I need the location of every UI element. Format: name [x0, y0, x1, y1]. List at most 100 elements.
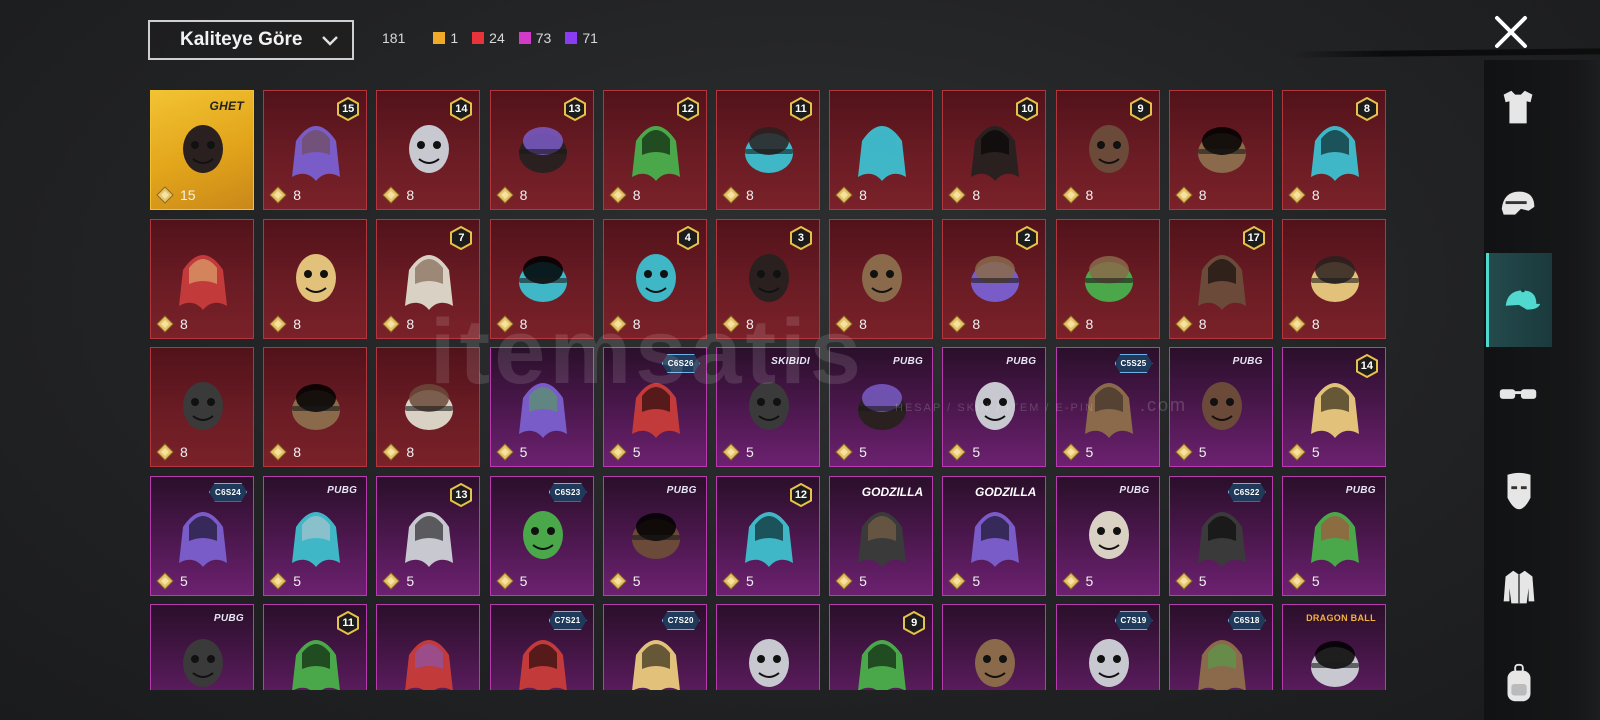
inventory-item[interactable]: GODZILLA 5 [829, 475, 934, 596]
inventory-item[interactable]: 8 [376, 347, 481, 467]
item-price: 5 [722, 571, 754, 590]
category-tab[interactable] [1486, 637, 1552, 720]
category-tab[interactable] [1486, 348, 1552, 442]
item-price: 5 [1288, 571, 1320, 590]
category-tab[interactable] [1486, 253, 1552, 347]
quality-count: 24 [472, 30, 505, 46]
item-price-value: 8 [859, 315, 867, 332]
white-hair-icon [631, 126, 680, 181]
inventory-item[interactable]: C6S24 5 [150, 475, 254, 596]
item-collection-tag: C7S21 [548, 611, 587, 630]
item-price-value: 8 [1311, 187, 1320, 203]
inventory-item[interactable]: 17 8 [1168, 218, 1273, 339]
coin-icon [269, 314, 287, 333]
inventory-item[interactable]: 14 8 [376, 90, 481, 210]
inventory-item[interactable]: 8 [829, 90, 934, 210]
inventory-item[interactable]: 11 8 [715, 90, 820, 210]
inventory-item[interactable]: C6S23 5 [489, 475, 594, 596]
inventory-item[interactable]: 8 [489, 218, 594, 339]
inventory-item[interactable]: C6S18 [1168, 604, 1273, 690]
inventory-item[interactable]: 48 [602, 218, 707, 339]
inventory-item[interactable]: 38 [715, 218, 820, 339]
inventory-item[interactable]: PUBG 5 [942, 347, 1047, 467]
inventory-item[interactable]: 12 5 [715, 475, 820, 596]
inventory-item[interactable]: PUBG 5 [602, 475, 707, 596]
item-level-badge: 10 [1016, 97, 1039, 121]
zombie-head-icon [1088, 125, 1129, 173]
coin-icon [948, 443, 967, 461]
item-price: 8 [382, 314, 414, 333]
cowboy-hat-icon [1197, 127, 1246, 173]
inventory-item[interactable]: 8 [1281, 218, 1386, 339]
inventory-item[interactable]: 12 8 [602, 90, 707, 210]
inventory-item[interactable]: 8 [263, 347, 368, 467]
inventory-item[interactable]: PUBG 5 [829, 347, 934, 467]
inventory-item[interactable]: 10 8 [942, 90, 1047, 210]
inventory-item[interactable]: 9 [829, 604, 934, 690]
yellow-box-head-icon [1201, 382, 1242, 430]
inventory-item[interactable]: C6S26 5 [602, 347, 707, 467]
cat-headphones-icon [522, 510, 563, 559]
inventory-item[interactable] [376, 604, 481, 690]
inventory-item[interactable]: C7S21 [489, 604, 594, 690]
item-level-badge: 13 [563, 97, 586, 121]
inventory-item[interactable]: PUBG [150, 604, 254, 690]
inventory-item[interactable]: 13 8 [489, 90, 594, 210]
inventory-item[interactable]: 78 [376, 218, 481, 339]
outfit-icon [1503, 90, 1533, 124]
inventory-item[interactable]: 88 [1281, 90, 1386, 210]
inventory-item[interactable]: 5 [489, 347, 594, 467]
grey-hair-icon [1084, 383, 1133, 438]
inventory-item[interactable]: 15 8 [263, 90, 368, 210]
jacket-icon [1503, 570, 1535, 604]
inventory-item[interactable]: C6S22 5 [1168, 475, 1273, 596]
inventory-item[interactable]: 98 [1055, 90, 1160, 210]
dark-knight-helmet-icon [292, 384, 341, 430]
item-collection-tag: PUBG [213, 613, 244, 624]
close-icon[interactable] [1492, 13, 1530, 51]
helmet-icon [1501, 191, 1535, 215]
inventory-item[interactable]: DRAGON BALL [1281, 604, 1386, 690]
item-price-value: 5 [859, 444, 867, 460]
item-price: 8 [156, 314, 188, 333]
item-price-value: 5 [180, 572, 188, 589]
category-tab[interactable] [1486, 541, 1552, 635]
item-price-value: 5 [972, 444, 981, 460]
item-collection-tag: PUBG [1232, 356, 1263, 367]
category-tab[interactable] [1486, 445, 1552, 539]
inventory-item[interactable]: C7S19 [1055, 604, 1160, 690]
inventory-item[interactable]: PUBG 5 [1055, 475, 1160, 596]
inventory-item[interactable]: 8 [150, 347, 254, 467]
orange-hair-icon [744, 511, 793, 567]
inventory-item[interactable]: GODZILLA 5 [942, 475, 1047, 596]
item-price: 5 [948, 443, 980, 461]
inventory-item[interactable]: 8 [263, 218, 368, 339]
item-price: 8 [835, 314, 867, 333]
inventory-item[interactable]: PUBG 5 [1281, 475, 1386, 596]
item-level-badge: 2 [1016, 225, 1039, 250]
item-collection-tag: PUBG [327, 484, 358, 496]
inventory-item[interactable]: 8 [150, 218, 254, 339]
inventory-item[interactable]: 14 5 [1281, 347, 1386, 467]
inventory-item[interactable] [942, 604, 1047, 690]
coin-icon [1061, 571, 1080, 590]
item-level-badge: 9 [1129, 97, 1152, 121]
inventory-item[interactable]: 28 [942, 218, 1047, 339]
inventory-item[interactable]: SKIBIDI 5 [715, 347, 820, 467]
inventory-item[interactable]: 8 [1055, 218, 1160, 339]
inventory-item[interactable]: 11 [263, 604, 368, 690]
inventory-item[interactable]: PUBG 5 [263, 475, 368, 596]
inventory-item[interactable]: C5S25 5 [1055, 347, 1160, 467]
sort-dropdown[interactable]: Kaliteye Göre [148, 20, 354, 60]
inventory-item[interactable]: 8 [829, 218, 934, 339]
category-tab[interactable] [1486, 158, 1552, 252]
inventory-item[interactable]: GHET 15 [150, 90, 254, 210]
inventory-item[interactable] [715, 604, 820, 690]
inventory-item[interactable]: PUBG 5 [1168, 347, 1273, 467]
inventory-item[interactable]: 8 [1168, 90, 1273, 210]
inventory-item[interactable]: 13 5 [376, 475, 481, 596]
inventory-item[interactable]: C7S20 [602, 604, 707, 690]
item-price-value: 8 [406, 444, 415, 460]
item-price-value: 8 [1085, 187, 1094, 203]
category-tab[interactable] [1486, 61, 1552, 155]
